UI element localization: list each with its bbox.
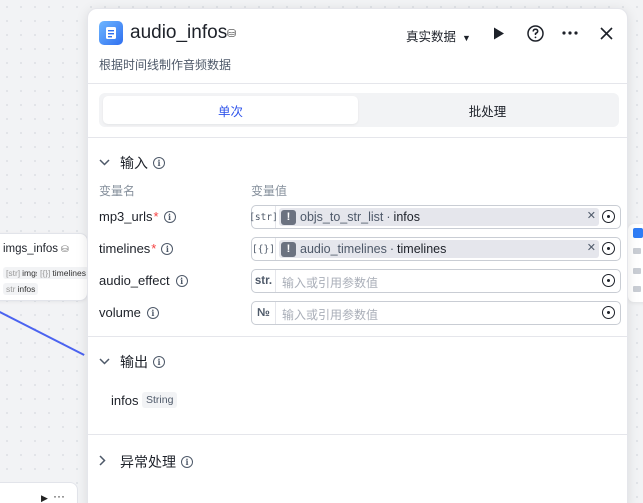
param-value-audio-effect[interactable]: str. 输入或引用参数值 [251,269,621,293]
chip-marker [633,268,641,274]
canvas-node-bottom[interactable]: ▶ ··· [0,482,78,503]
tab-batch[interactable]: 批处理 [360,96,615,124]
input-placeholder: 输入或引用参数值 [282,276,379,290]
close-icon[interactable] [595,22,617,44]
panel-description[interactable]: 根据时间线制作音频数据 [99,56,231,73]
input-section-header[interactable]: 输入 i [99,153,165,173]
divider [88,336,627,337]
info-icon[interactable]: i [181,456,193,468]
chevron-down-icon [99,158,111,169]
variable-picker-icon[interactable] [602,242,615,255]
section-title: 异常处理 [120,454,176,470]
close-icon[interactable]: ✕ [587,241,596,254]
caret-down-icon: ▼ [462,33,471,43]
panel-title[interactable]: audio_infos [130,22,227,44]
column-header-name: 变量名 [99,184,136,198]
chip-marker [633,286,641,292]
type-array-object-icon: [{}] [252,238,276,260]
node-config-panel: audio_infos ⛁ 根据时间线制作音频数据 真实数据 ▼ 单次 批处理 输… [87,8,628,503]
data-mode-select[interactable]: 真实数据 ▼ [406,26,471,45]
play-icon[interactable] [488,22,510,44]
variable-picker-icon[interactable] [602,306,615,319]
ref-separator: · [386,210,391,224]
divider [88,83,627,84]
more-icon[interactable] [559,22,581,44]
info-icon[interactable]: i [161,242,174,255]
canvas-edge [0,311,85,356]
info-icon[interactable]: i [153,356,165,368]
input-placeholder: 输入或引用参数值 [282,308,379,322]
info-icon[interactable]: i [153,157,165,169]
chevron-down-icon [99,357,111,368]
chip-marker [633,248,641,254]
data-mode-label: 真实数据 [406,30,457,44]
run-mode-tabs: 单次 批处理 [99,93,619,127]
ref-variable-name: infos [393,210,420,224]
canvas-node-title: imgs_infos ⛁ [3,243,69,255]
param-label-audio-effect: audio_effect i [99,273,188,288]
help-icon[interactable] [524,22,546,44]
output-var-name: infos [111,393,139,408]
type-number-icon: № [252,302,276,324]
output-section-header[interactable]: 输出 i [99,352,165,372]
canvas-chip: [{}] timelines [37,267,89,279]
chevron-right-icon [99,455,111,469]
canvas-node-imgs-infos[interactable]: imgs_infos ⛁ [str] imgs [{}] timelines str i… [0,233,89,301]
audio-node-icon [99,21,123,45]
canvas-chip: str infos [3,283,39,295]
close-icon[interactable]: ✕ [587,209,596,222]
variable-picker-icon[interactable] [602,274,615,287]
param-value-mp3-urls[interactable]: [str] ! objs_to_str_list · infos ✕ [249,205,621,229]
canvas-node-right[interactable] [628,224,643,302]
divider [88,137,627,138]
ref-variable-name: timelines [397,242,447,256]
param-value-volume[interactable]: № 输入或引用参数值 [251,301,621,325]
warning-icon: ! [281,209,296,225]
error-section-header[interactable]: 异常处理 i [99,452,193,472]
play-icon[interactable]: ▶ [41,493,48,503]
param-value-timelines[interactable]: [{}] ! audio_timelines · timelines ✕ [251,237,621,261]
info-icon[interactable]: i [175,274,188,287]
more-icon[interactable]: ··· [53,489,65,503]
section-title: 输出 [120,354,148,370]
column-header-value: 变量值 [251,184,288,198]
tab-single[interactable]: 单次 [103,96,358,124]
param-label-timelines: timelines * i [99,241,174,256]
node-type-icon [633,228,643,238]
type-string-icon: str. [252,270,276,292]
type-array-string-icon: [str] [249,206,278,228]
ref-node-name: objs_to_str_list [300,210,384,224]
database-icon: ⛁ [227,28,237,40]
info-icon[interactable]: i [146,306,159,319]
warning-icon: ! [281,241,296,257]
section-title: 输入 [120,155,148,171]
database-icon: ⛁ [60,244,69,254]
divider [88,434,627,435]
info-icon[interactable]: i [163,210,176,223]
output-var-type: String [142,392,178,408]
param-label-mp3-urls: mp3_urls * i [99,209,176,224]
param-label-volume: volume i [99,305,159,320]
variable-picker-icon[interactable] [602,210,615,223]
ref-node-name: audio_timelines [300,242,387,256]
reference-chip[interactable]: ! objs_to_str_list · infos ✕ [279,208,599,226]
ref-separator: · [389,242,395,256]
reference-chip[interactable]: ! audio_timelines · timelines ✕ [279,240,599,258]
